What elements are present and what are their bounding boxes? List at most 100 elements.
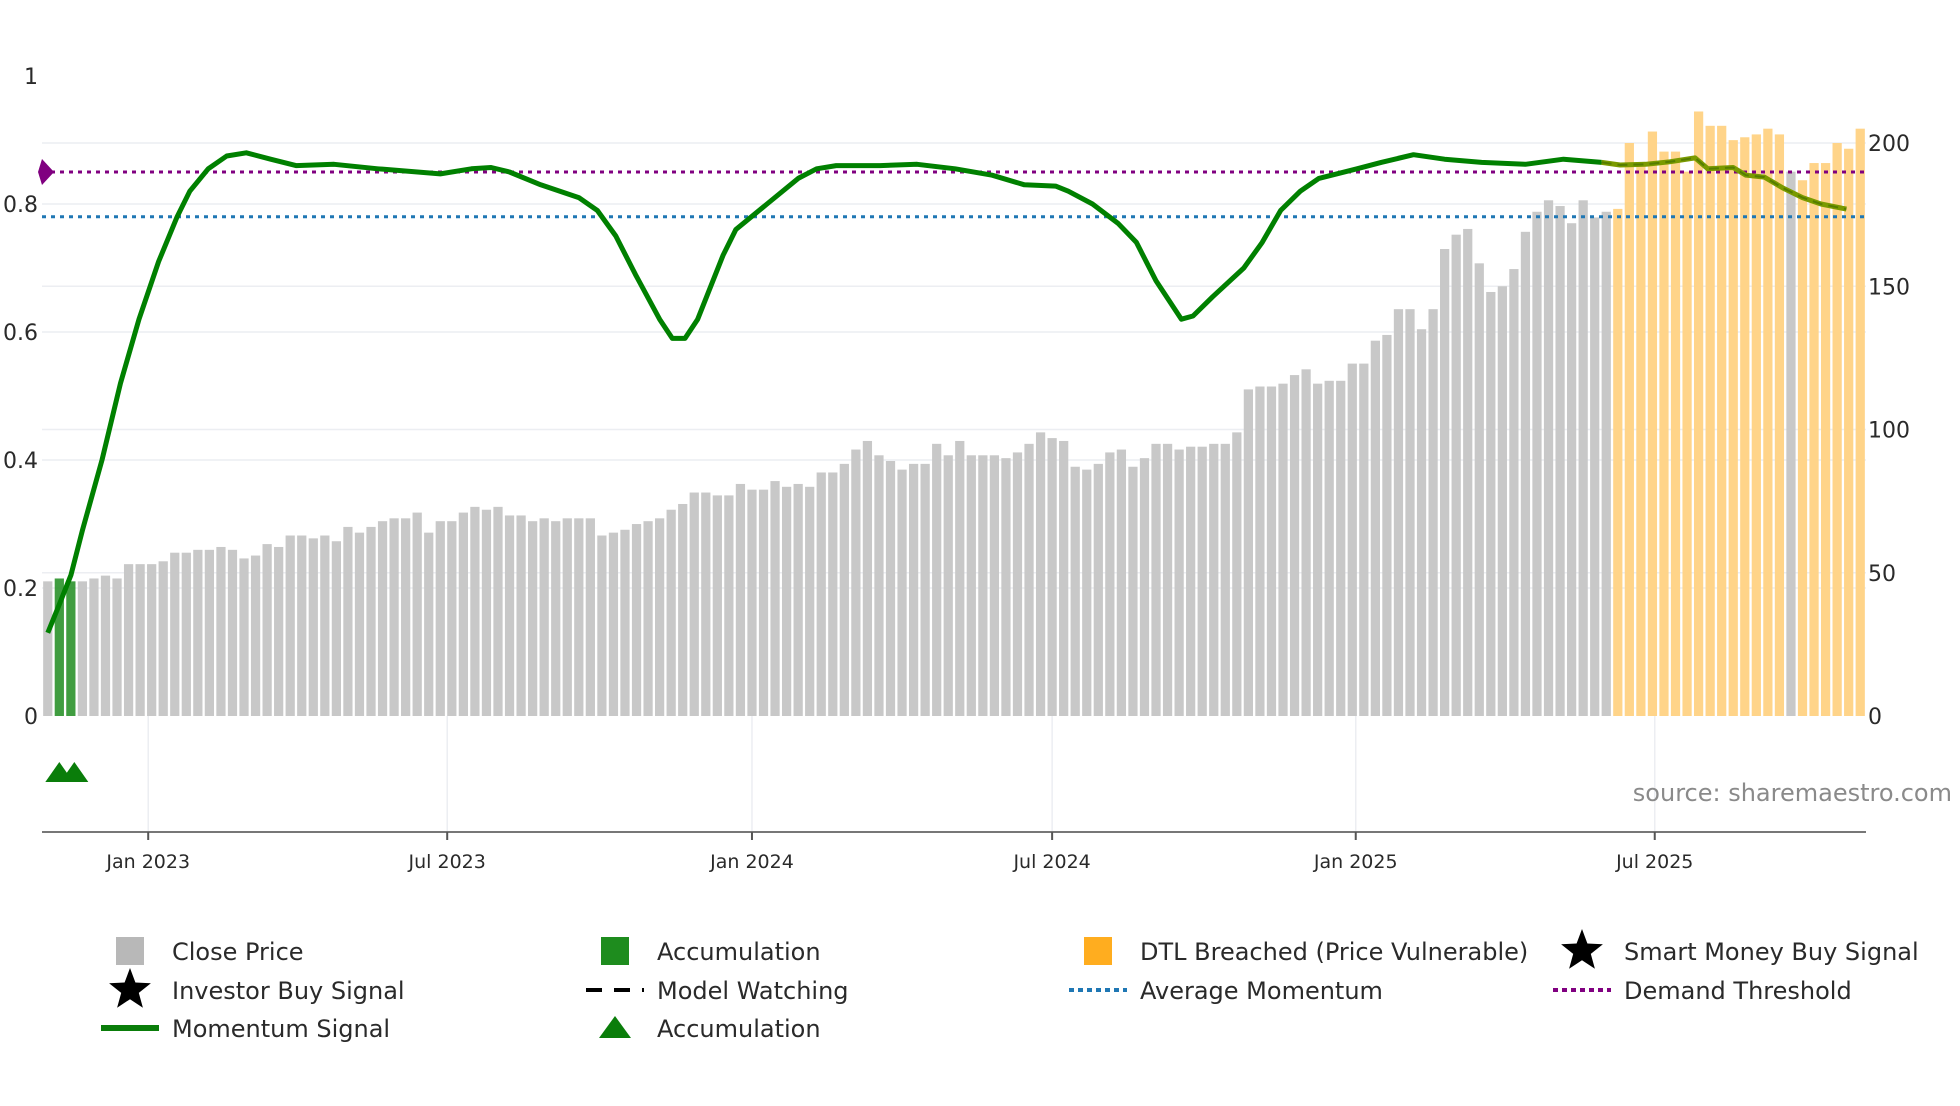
dtl-breached-bar — [1740, 137, 1750, 716]
x-tick-label: Jul 2023 — [408, 851, 486, 873]
star-black-icon — [109, 968, 151, 1008]
close-price-bar — [470, 506, 480, 716]
close-price-bar — [1486, 291, 1496, 716]
close-price-bar — [1474, 263, 1484, 716]
x-tick-label: Jan 2025 — [1313, 851, 1398, 873]
left-tick-label: 0.2 — [3, 577, 38, 602]
close-price-bar — [1393, 309, 1404, 716]
close-price-bar — [1336, 380, 1346, 716]
close-price-bar — [1220, 443, 1230, 716]
star-blue-icon — [1561, 929, 1603, 969]
close-price-bar — [1555, 206, 1565, 716]
close-price-bar — [123, 564, 134, 716]
close-price-bar — [447, 521, 457, 716]
legend-item: Investor Buy Signal — [109, 968, 405, 1008]
close-price-bar — [562, 518, 572, 716]
dtl-breached-bar — [1751, 134, 1761, 716]
close-price-bar — [724, 495, 734, 716]
close-price-bar — [1116, 449, 1127, 716]
close-price-bar — [1139, 458, 1150, 716]
left-tick-label: 0.6 — [3, 321, 38, 346]
close-price-bar — [828, 472, 838, 716]
close-price-bar — [839, 463, 849, 716]
close-price-bar — [678, 503, 688, 716]
legend-item: Model Watching — [586, 977, 849, 1005]
right-tick-label: 50 — [1868, 562, 1896, 587]
close-price-bar — [862, 440, 873, 716]
close-price-bar — [285, 535, 295, 716]
close-price-bar — [666, 509, 676, 716]
close-price-bar — [193, 549, 203, 716]
x-tick-label: Jul 2025 — [1615, 851, 1693, 873]
legend-label: Momentum Signal — [172, 1015, 390, 1043]
close-price-bar — [1463, 228, 1473, 716]
close-price-bar — [1543, 200, 1554, 717]
legend-label: Investor Buy Signal — [172, 977, 405, 1005]
dtl-breached-bar — [1647, 131, 1658, 717]
close-price-bar — [608, 532, 619, 716]
close-price-bar — [262, 544, 272, 716]
legend-label: Accumulation — [657, 938, 821, 966]
right-tick-label: 150 — [1868, 275, 1910, 300]
legend-item: Demand Threshold — [1553, 977, 1852, 1005]
triangle-icon — [599, 1016, 631, 1038]
dtl-breached-bar — [1670, 151, 1681, 717]
close-price-bar — [1128, 466, 1138, 716]
close-price-bar — [412, 512, 422, 716]
close-price-bar — [643, 521, 653, 716]
close-price-bar — [320, 535, 330, 716]
legend-label: Average Momentum — [1140, 977, 1383, 1005]
close-price-bar — [504, 515, 515, 716]
close-price-bar — [1405, 309, 1415, 716]
close-price-bar — [955, 440, 965, 716]
close-price-bar — [816, 472, 826, 716]
dtl-breached-bar — [1705, 125, 1715, 716]
close-price-bar — [978, 455, 988, 716]
dtl-breached-bar — [1659, 151, 1669, 717]
close-price-bar — [331, 541, 341, 716]
close-price-bar — [781, 486, 792, 716]
close-price-bar — [1347, 363, 1357, 716]
dtl-breached-bar — [1728, 140, 1738, 716]
close-price-bar — [343, 526, 353, 716]
close-price-bar — [1186, 446, 1196, 716]
left-tick-label: 0.8 — [3, 193, 38, 218]
close-price-bar — [735, 483, 746, 716]
close-price-bar — [1012, 452, 1023, 716]
close-price-bar — [1070, 466, 1080, 716]
left-tick-label: 0 — [24, 705, 38, 730]
close-price-bar — [297, 535, 307, 716]
close-price-bar — [574, 518, 584, 716]
dtl-breached-bar — [1682, 171, 1692, 716]
legend-label: Close Price — [172, 938, 304, 966]
close-price-bar — [908, 463, 919, 716]
close-price-bar — [966, 455, 976, 716]
dtl-breached-bar — [1844, 148, 1854, 717]
legend-label: Model Watching — [657, 977, 849, 1005]
close-price-bar — [1243, 389, 1253, 716]
square-gray-icon — [116, 937, 144, 965]
close-price-bar — [308, 538, 318, 716]
close-price-bar — [631, 524, 642, 716]
close-price-bar — [516, 515, 526, 716]
legend-item: Smart Money Buy Signal — [1561, 929, 1919, 969]
close-price-bar — [1567, 223, 1577, 716]
close-price-bar — [1232, 432, 1242, 716]
legend-label: Smart Money Buy Signal — [1624, 938, 1919, 966]
close-price-bar — [655, 518, 665, 716]
dtl-breached-bar — [1832, 143, 1842, 716]
close-price-bar — [1174, 449, 1184, 716]
close-price-bar — [701, 492, 711, 716]
close-price-bar — [943, 455, 953, 716]
close-price-bar — [1786, 171, 1796, 716]
close-price-bar — [528, 521, 538, 716]
close-price-bar — [1151, 443, 1161, 716]
close-price-bar — [250, 555, 261, 716]
close-price-bar — [551, 521, 561, 716]
close-price-bar — [1093, 463, 1103, 716]
close-price-bar — [401, 518, 411, 716]
left-tick-label: 1 — [24, 65, 38, 90]
close-price-bar — [920, 463, 930, 716]
close-price-bar — [147, 564, 157, 716]
signal-markers — [45, 762, 89, 782]
